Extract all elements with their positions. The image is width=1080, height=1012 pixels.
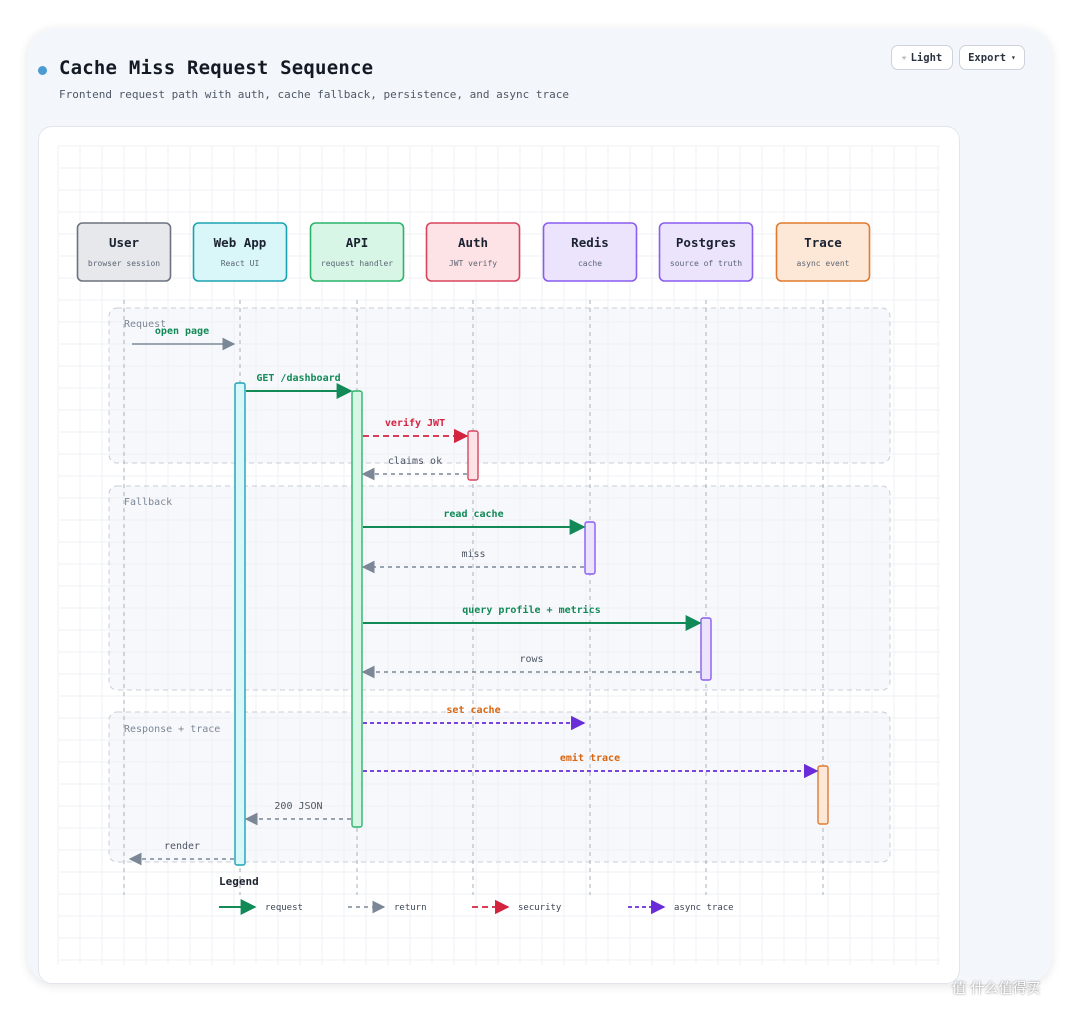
participant-trace: Trace async event [775, 222, 871, 282]
participant-desc: React UI [221, 259, 260, 268]
participant-web-app: Web App React UI [192, 222, 288, 282]
participant-api: API request handler [309, 222, 405, 282]
participant-box [309, 222, 405, 282]
participant-auth: Auth JWT verify [425, 222, 521, 282]
legend-label: security [518, 903, 562, 913]
message-label: open page [155, 326, 209, 337]
participant-user: User browser session [76, 222, 172, 282]
group-label-fallback: Fallback [124, 497, 172, 508]
group-frame-request [108, 307, 891, 464]
participant-name: Redis [571, 235, 609, 250]
legend-title: Legend [219, 875, 259, 888]
participant-desc: JWT verify [449, 259, 497, 268]
legend-item-security: security [472, 899, 562, 915]
participant-name: Postgres [676, 235, 736, 250]
participant-postgres: Postgres source of truth [658, 222, 754, 282]
participant-box [775, 222, 871, 282]
participant-desc: async event [797, 259, 850, 268]
activation-redis [584, 521, 596, 575]
message-label: render [164, 841, 200, 852]
legend-item-return: return [348, 900, 427, 914]
participant-box [425, 222, 521, 282]
participant-desc: request handler [321, 259, 393, 268]
participant-box [658, 222, 754, 282]
group-label-response-trace: Response + trace [124, 724, 220, 735]
message-label: emit trace [560, 752, 620, 764]
legend-item-request: request [219, 899, 303, 915]
participant-name: Web App [214, 235, 267, 250]
legend-item-async-trace: async trace [628, 899, 734, 915]
participant-desc: browser session [88, 259, 160, 268]
legend-label: request [265, 903, 303, 913]
message-label: claims ok [388, 456, 442, 467]
participants: User browser session Web App React UI API req… [76, 222, 871, 282]
participant-box [192, 222, 288, 282]
watermark-text: 值 什么值得买 [952, 981, 1041, 997]
participant-name: API [346, 235, 369, 250]
participant-box [76, 222, 172, 282]
message-label: query profile + metrics [462, 604, 600, 616]
activation-auth [467, 430, 479, 481]
legend-label: async trace [674, 903, 734, 913]
group-frames: RequestFallbackResponse + trace [108, 307, 891, 863]
legend-label: return [394, 903, 427, 913]
message-label: rows [519, 654, 543, 665]
activation-postgres [700, 617, 712, 681]
group-frame-response-trace [108, 711, 891, 863]
participant-box [542, 222, 638, 282]
participant-desc: source of truth [670, 259, 742, 268]
activation-web-app [234, 382, 246, 866]
sequence-diagram: RequestFallbackResponse + trace Userbrow… [57, 145, 940, 965]
message-label: 200 JSON [274, 801, 322, 812]
participant-redis: Redis cache [542, 222, 638, 282]
activation-api [351, 390, 363, 828]
watermark: 值 什么值得买 [952, 978, 1040, 998]
participant-name: Auth [458, 235, 488, 250]
message-label: set cache [446, 705, 500, 716]
activation-trace [817, 765, 829, 825]
participant-name: Trace [804, 235, 842, 250]
participant-desc: cache [578, 259, 602, 268]
message-label: miss [461, 549, 485, 560]
participant-name: User [109, 235, 140, 250]
message-label: GET /dashboard [256, 373, 340, 384]
message-label: verify JWT [385, 417, 445, 429]
message-label: read cache [443, 509, 503, 520]
